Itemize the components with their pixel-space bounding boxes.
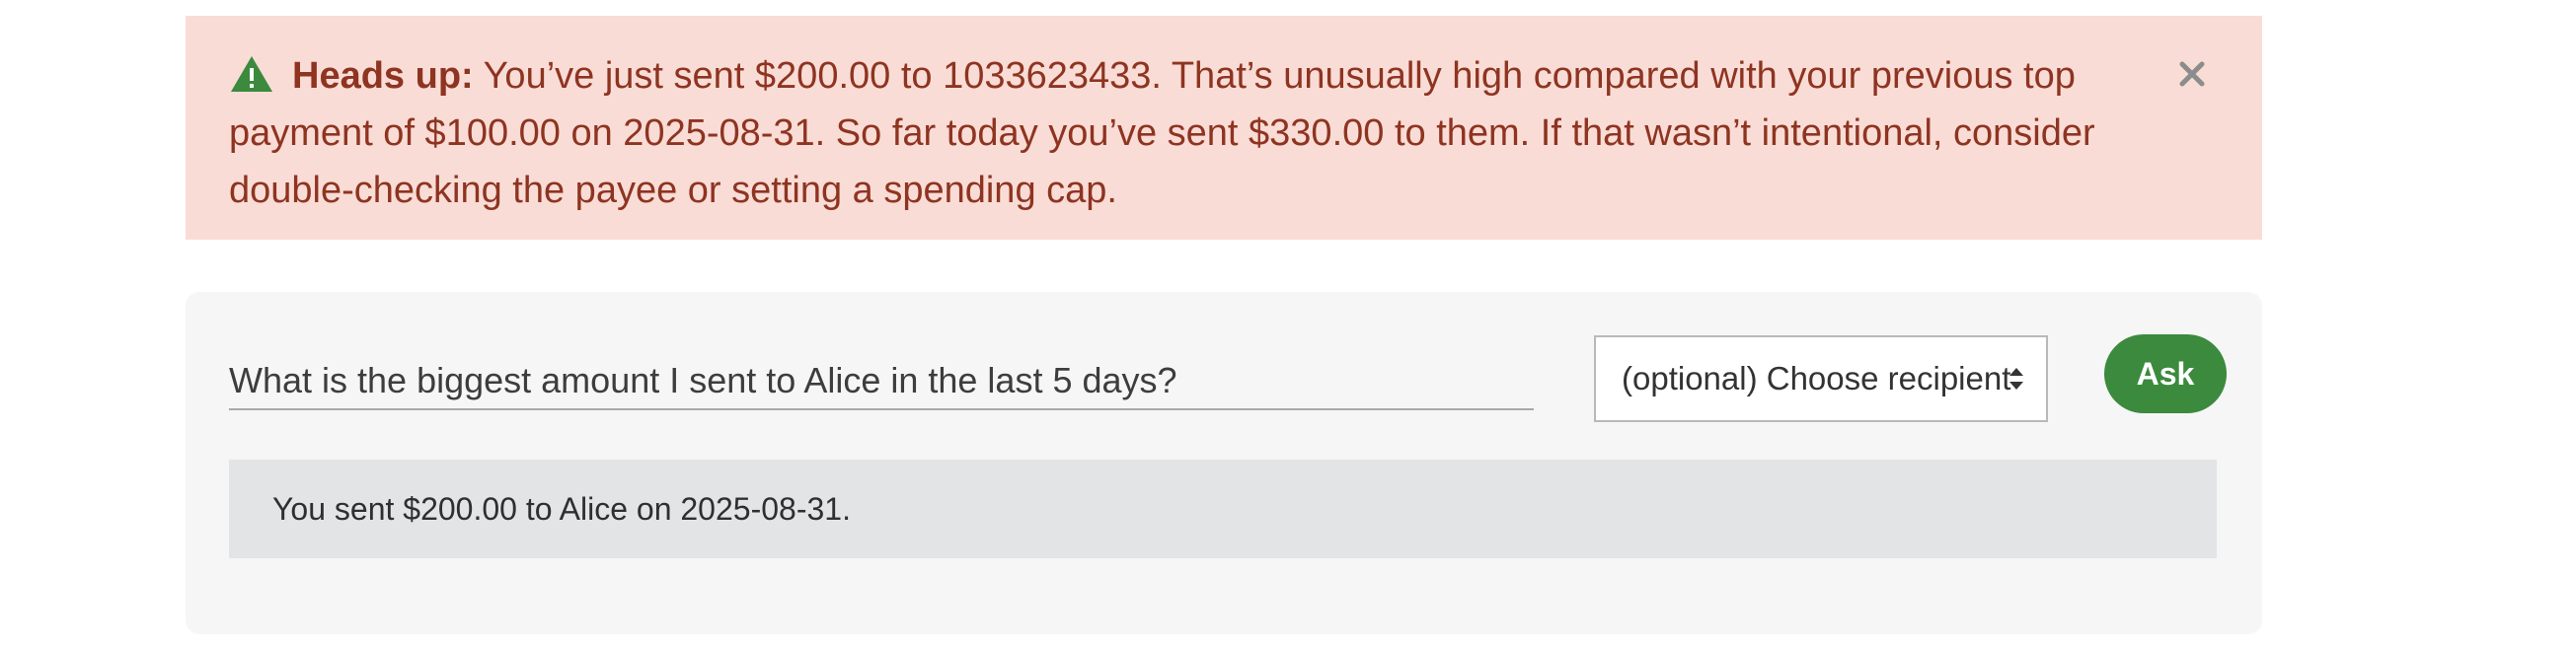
recipient-select[interactable]: (optional) Choose recipient <box>1594 335 2048 422</box>
unusual-payment-alert: Heads up: You’ve just sent $200.00 to 10… <box>186 16 2262 240</box>
ask-button[interactable]: Ask <box>2104 334 2227 413</box>
answer-box: You sent $200.00 to Alice on 2025-08-31. <box>229 460 2217 558</box>
question-input[interactable] <box>229 353 1534 410</box>
recipient-select-value: (optional) Choose recipient <box>1622 360 2011 396</box>
query-panel: (optional) Choose recipient Ask You sent… <box>186 292 2262 634</box>
close-icon[interactable] <box>2175 57 2209 91</box>
answer-text: You sent $200.00 to Alice on 2025-08-31. <box>272 491 851 527</box>
alert-heading: Heads up: <box>292 55 474 97</box>
warning-triangle-icon <box>229 54 274 94</box>
select-arrows-icon <box>2008 366 2024 392</box>
alert-message: You’ve just sent $200.00 to 1033623433. … <box>229 55 2095 211</box>
page: Heads up: You’ve just sent $200.00 to 10… <box>0 0 2576 647</box>
